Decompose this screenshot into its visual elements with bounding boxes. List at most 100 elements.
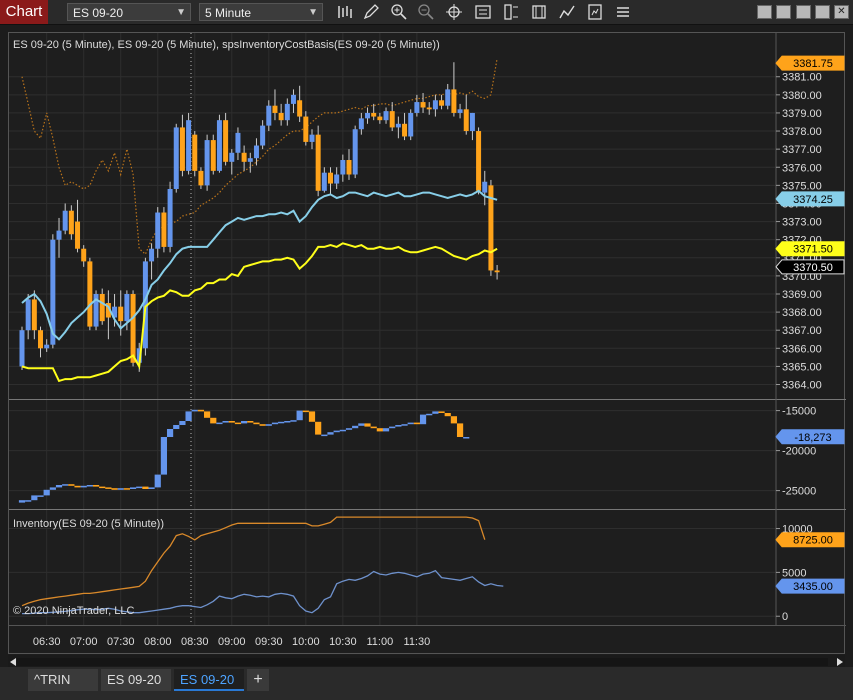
time-tick-label: 10:30 xyxy=(329,636,357,648)
chart-canvas[interactable]: 06:30 07:00 07:30 08:00 08:30 09:00 09:30 10:00… xyxy=(8,32,846,654)
candle-body xyxy=(457,109,463,113)
cumulative-bar xyxy=(68,484,75,486)
strategy-icon[interactable] xyxy=(530,3,548,21)
price-tick-label: 3365.00 xyxy=(782,361,822,373)
cumulative-bar xyxy=(136,486,143,489)
draw-pencil-icon[interactable] xyxy=(362,3,380,21)
cumulative-bar xyxy=(37,495,44,497)
price-tick-label: 3368.00 xyxy=(782,307,822,319)
close-icon[interactable]: ✕ xyxy=(834,5,849,19)
data-box-icon[interactable] xyxy=(474,3,492,21)
tab-es-0920-a[interactable]: ES 09-20 xyxy=(101,669,171,691)
candle-body xyxy=(328,172,333,184)
cumulative-bar xyxy=(333,430,340,433)
price-tick-label: 3367.00 xyxy=(782,325,822,337)
instrument-selector[interactable]: ES 09-20 ▼ xyxy=(67,3,191,21)
maximize-button[interactable] xyxy=(815,5,830,19)
bar-type-icon[interactable] xyxy=(335,3,353,21)
properties-icon[interactable] xyxy=(502,3,520,21)
chart-svg: 06:30 07:00 07:30 08:00 08:30 09:00 09:30 10:00… xyxy=(9,33,846,648)
cumulative-bar xyxy=(99,486,106,489)
cumulative-bar xyxy=(74,485,81,488)
minimize-button[interactable] xyxy=(796,5,811,19)
cumulative-bar xyxy=(31,495,38,501)
cumulative-bar xyxy=(278,421,285,424)
cumulative-bar xyxy=(407,422,414,425)
cumulative-bar xyxy=(296,410,303,421)
chevron-down-icon: ▼ xyxy=(308,7,318,18)
candle-body xyxy=(494,270,500,273)
candle-body xyxy=(87,261,93,327)
candle-body xyxy=(303,116,309,142)
scroll-left-icon[interactable] xyxy=(10,658,16,666)
cumulative-bar xyxy=(370,426,377,429)
candle-body xyxy=(414,102,420,113)
candle-body xyxy=(389,111,395,128)
add-tab-button[interactable]: + xyxy=(247,669,269,691)
templates-icon[interactable] xyxy=(586,3,604,21)
cumulative-bar xyxy=(253,422,260,425)
horizontal-scrollbar[interactable] xyxy=(8,655,845,667)
show-tabs-icon[interactable] xyxy=(614,3,632,21)
cumulative-bar xyxy=(148,487,155,489)
candle-body xyxy=(118,306,124,322)
cumulative-bar xyxy=(222,421,229,423)
candle-body xyxy=(241,152,247,162)
zoom-out-icon[interactable] xyxy=(417,3,435,21)
cumulative-bar xyxy=(216,422,223,425)
candle-body xyxy=(192,134,198,171)
candle-body xyxy=(260,125,266,146)
cumulative-bar xyxy=(166,429,174,437)
candle-body xyxy=(439,100,445,106)
candle-body xyxy=(247,158,253,162)
cumulative-bar xyxy=(444,413,451,417)
tab-trin[interactable]: ^TRIN xyxy=(28,669,98,691)
price-tick-label: 3379.00 xyxy=(782,108,822,120)
candle-body xyxy=(278,112,284,121)
interval-selector[interactable]: 5 Minute ▼ xyxy=(199,3,323,21)
candle-body xyxy=(469,112,475,132)
cumulative-bar xyxy=(358,423,365,426)
inventory-tick-label: 5000 xyxy=(782,567,806,579)
candle-body xyxy=(149,248,155,262)
cumulative-bar xyxy=(86,485,93,487)
indicator-icon[interactable] xyxy=(558,3,576,21)
cumulative-bar xyxy=(111,488,118,490)
value-flag-label: 3381.75 xyxy=(793,58,833,70)
snap-window-button[interactable] xyxy=(757,5,772,19)
chart-window-title[interactable]: Chart xyxy=(0,0,48,24)
cumulative-bar xyxy=(395,425,402,427)
cumulative-bar xyxy=(204,411,211,418)
cumulative-bar xyxy=(364,423,371,427)
interval-value: 5 Minute xyxy=(205,6,252,20)
candle-body xyxy=(377,116,383,121)
scroll-right-icon[interactable] xyxy=(837,658,843,666)
candle-body xyxy=(124,293,130,322)
candle-body xyxy=(451,89,457,113)
candle-body xyxy=(395,123,401,128)
candle-body xyxy=(253,145,259,159)
cumulative-tick-label: -15000 xyxy=(782,406,816,418)
cumulative-bar xyxy=(327,432,334,435)
zoom-in-icon[interactable] xyxy=(390,3,408,21)
bottom-tab-bar: ^TRIN ES 09-20 ES 09-20 + xyxy=(0,667,853,700)
candle-body xyxy=(130,293,136,363)
cumulative-bar xyxy=(80,485,87,488)
price-tick-label: 3380.00 xyxy=(782,90,822,102)
cumulative-bar xyxy=(321,434,328,437)
candle-body xyxy=(198,170,204,186)
candle-body xyxy=(321,172,327,191)
value-flag-label: 3371.50 xyxy=(793,244,833,256)
candle-body xyxy=(371,112,377,117)
scrollbar-track[interactable] xyxy=(17,658,828,666)
tab-es-0920-b[interactable]: ES 09-20 xyxy=(174,669,244,691)
cumulative-bar xyxy=(142,486,149,489)
cumulative-bar xyxy=(413,422,420,425)
cumulative-bar xyxy=(49,487,56,490)
crosshair-icon[interactable] xyxy=(445,3,463,21)
cumulative-bar xyxy=(62,484,69,486)
link-window-button[interactable] xyxy=(776,5,791,19)
time-tick-label: 06:30 xyxy=(33,636,61,648)
candle-body xyxy=(309,134,315,142)
candle-body xyxy=(210,140,216,171)
